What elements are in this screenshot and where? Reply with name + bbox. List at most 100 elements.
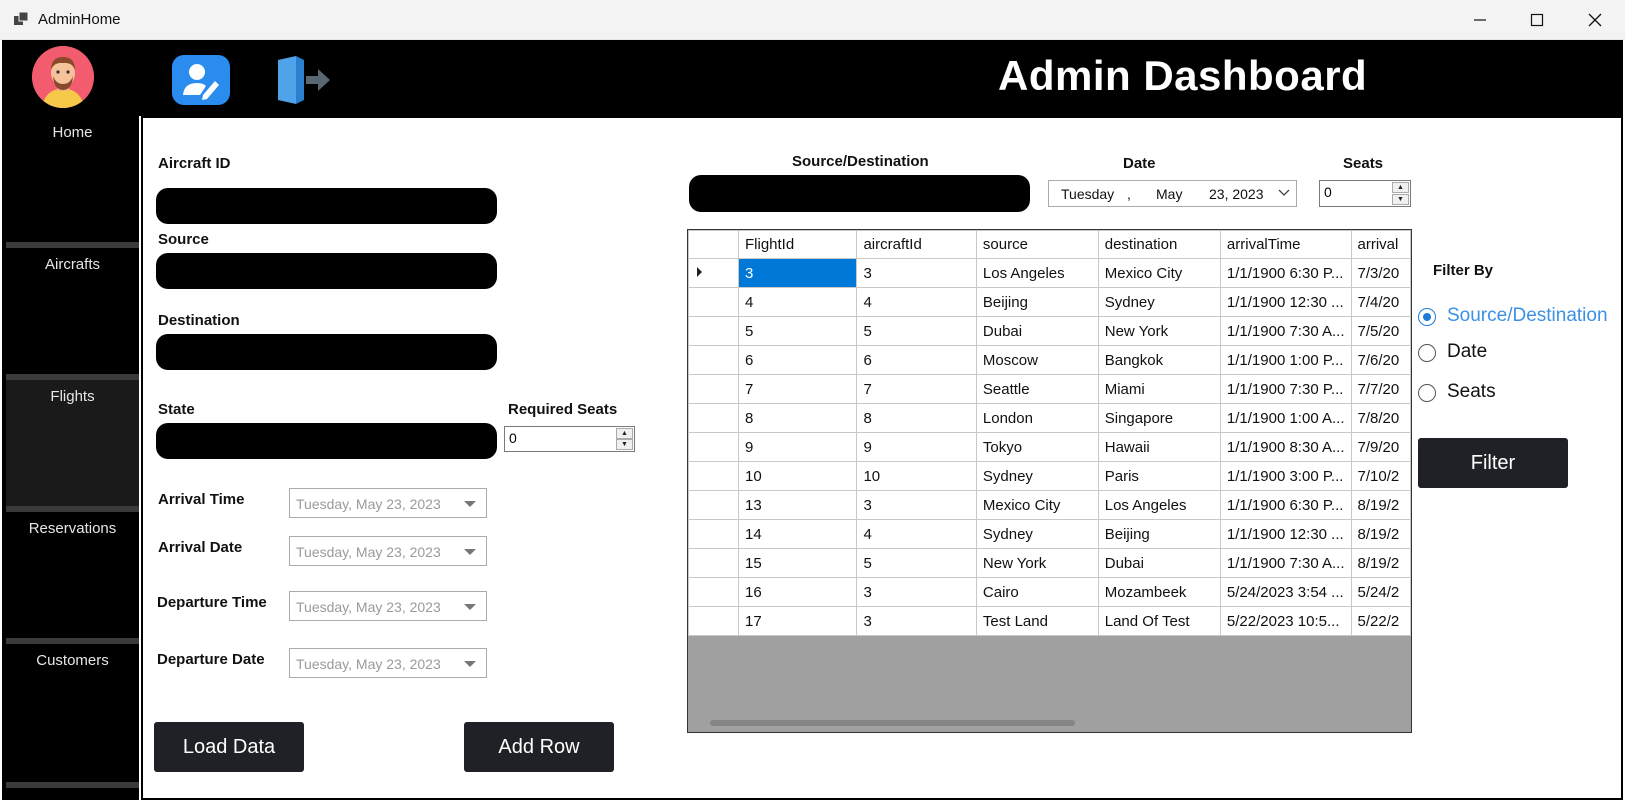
table-row[interactable]: 10 10 Sydney Paris 1/1/1900 3:00 P... 7/10/2	[688, 461, 1411, 491]
spin-down-button[interactable]: ▼	[616, 439, 633, 450]
table-cell[interactable]: Mozambeek	[1097, 577, 1221, 607]
row-header[interactable]	[688, 258, 739, 288]
horizontal-scrollbar[interactable]	[710, 720, 1075, 726]
spin-up-button[interactable]: ▲	[616, 428, 633, 439]
table-cell[interactable]: 1/1/1900 3:00 P...	[1219, 461, 1352, 491]
arrival-date-picker[interactable]: Tuesday, May 23, 2023	[289, 536, 487, 566]
table-cell[interactable]: 5	[856, 548, 977, 578]
table-cell[interactable]: 5/22/2023 10:5...	[1219, 606, 1352, 636]
table-cell[interactable]: 8/19/2	[1350, 519, 1411, 549]
table-cell[interactable]: 8/19/2	[1350, 490, 1411, 520]
table-cell[interactable]: 1/1/1900 12:30 ...	[1219, 519, 1352, 549]
table-cell[interactable]: Los Angeles	[975, 258, 1099, 288]
table-cell[interactable]: 16	[737, 577, 858, 607]
column-header[interactable]: arrivalTime	[1219, 230, 1352, 259]
source-input[interactable]	[156, 253, 497, 289]
table-cell[interactable]: 5	[856, 316, 977, 346]
table-row[interactable]: 6 6 Moscow Bangkok 1/1/1900 1:00 P... 7/6/20	[688, 345, 1411, 375]
table-row[interactable]: 14 4 Sydney Beijing 1/1/1900 12:30 ... 8/19/2	[688, 519, 1411, 549]
table-row[interactable]: 15 5 New York Dubai 1/1/1900 7:30 A... 8/19/2	[688, 548, 1411, 578]
row-header[interactable]	[688, 606, 739, 636]
filter-button[interactable]: Filter	[1418, 438, 1568, 488]
sidebar-item-flights[interactable]: Flights	[6, 380, 139, 506]
column-header[interactable]: destination	[1097, 230, 1221, 259]
sidebar-item-aircrafts[interactable]: Aircrafts	[6, 248, 139, 374]
spin-up-button[interactable]: ▲	[1392, 182, 1409, 193]
table-cell[interactable]: Paris	[1097, 461, 1221, 491]
departure-date-picker[interactable]: Tuesday, May 23, 2023	[289, 648, 487, 678]
filter-seats-stepper[interactable]: 0 ▲ ▼	[1319, 180, 1411, 207]
table-cell[interactable]: London	[975, 403, 1099, 433]
table-cell[interactable]: 9	[856, 432, 977, 462]
table-cell[interactable]: 3	[856, 577, 977, 607]
table-cell[interactable]: 3	[737, 258, 858, 288]
table-cell[interactable]: 7/9/20	[1350, 432, 1411, 462]
row-header[interactable]	[688, 345, 739, 375]
table-cell[interactable]: 1/1/1900 1:00 P...	[1219, 345, 1352, 375]
row-header[interactable]	[688, 287, 739, 317]
row-header[interactable]	[688, 577, 739, 607]
table-cell[interactable]: 7/7/20	[1350, 374, 1411, 404]
table-cell[interactable]: 8	[856, 403, 977, 433]
state-input[interactable]	[156, 423, 497, 459]
column-header[interactable]: arrival	[1350, 230, 1411, 259]
table-cell[interactable]: Hawaii	[1097, 432, 1221, 462]
table-row[interactable]: 5 5 Dubai New York 1/1/1900 7:30 A... 7/5/20	[688, 316, 1411, 346]
spin-down-button[interactable]: ▼	[1392, 194, 1409, 205]
column-header[interactable]: aircraftId	[856, 230, 977, 259]
table-cell[interactable]: 17	[737, 606, 858, 636]
aircraft-id-input[interactable]	[156, 188, 497, 224]
table-cell[interactable]: Sydney	[975, 461, 1099, 491]
table-cell[interactable]: 5/24/2023 3:54 ...	[1219, 577, 1352, 607]
table-cell[interactable]: 6	[856, 345, 977, 375]
table-row[interactable]: 13 3 Mexico City Los Angeles 1/1/1900 6:30 P…	[688, 490, 1411, 520]
required-seats-stepper[interactable]: 0 ▲ ▼	[504, 426, 635, 452]
table-cell[interactable]: 3	[856, 490, 977, 520]
table-cell[interactable]: Tokyo	[975, 432, 1099, 462]
table-cell[interactable]: 1/1/1900 7:30 A...	[1219, 316, 1352, 346]
filter-srcdst-input[interactable]	[689, 175, 1030, 212]
table-cell[interactable]: 1/1/1900 6:30 P...	[1219, 490, 1352, 520]
row-header[interactable]	[688, 548, 739, 578]
load-data-button[interactable]: Load Data	[154, 722, 304, 772]
arrival-time-picker[interactable]: Tuesday, May 23, 2023	[289, 488, 487, 518]
table-cell[interactable]: 1/1/1900 7:30 P...	[1219, 374, 1352, 404]
table-cell[interactable]: 5/22/2	[1350, 606, 1411, 636]
table-cell[interactable]: Seattle	[975, 374, 1099, 404]
destination-input[interactable]	[156, 334, 497, 370]
table-cell[interactable]: New York	[975, 548, 1099, 578]
table-cell[interactable]: 7	[856, 374, 977, 404]
minimize-button[interactable]	[1451, 0, 1509, 40]
table-cell[interactable]: Beijing	[975, 287, 1099, 317]
table-row[interactable]: 4 4 Beijing Sydney 1/1/1900 12:30 ... 7/4/20	[688, 287, 1411, 317]
table-row[interactable]: 8 8 London Singapore 1/1/1900 1:00 A... 7/8/2…	[688, 403, 1411, 433]
table-row[interactable]: 9 9 Tokyo Hawaii 1/1/1900 8:30 A... 7/9/20	[688, 432, 1411, 462]
table-cell[interactable]: 5/24/2	[1350, 577, 1411, 607]
table-cell[interactable]: 14	[737, 519, 858, 549]
table-cell[interactable]: 15	[737, 548, 858, 578]
departure-time-picker[interactable]: Tuesday, May 23, 2023	[289, 591, 487, 621]
table-cell[interactable]: 7/6/20	[1350, 345, 1411, 375]
table-cell[interactable]: Mexico City	[1097, 258, 1221, 288]
column-header[interactable]: FlightId	[737, 230, 858, 259]
table-cell[interactable]: 3	[856, 606, 977, 636]
maximize-button[interactable]	[1508, 0, 1566, 40]
table-cell[interactable]: 1/1/1900 1:00 A...	[1219, 403, 1352, 433]
table-cell[interactable]: 4	[856, 519, 977, 549]
table-cell[interactable]: 1/1/1900 6:30 P...	[1219, 258, 1352, 288]
row-header[interactable]	[688, 432, 739, 462]
table-row[interactable]: 16 3 Cairo Mozambeek 5/24/2023 3:54 ... 5/24/…	[688, 577, 1411, 607]
sidebar-item-customers[interactable]: Customers	[6, 644, 139, 770]
table-cell[interactable]: Dubai	[975, 316, 1099, 346]
table-cell[interactable]: 5	[737, 316, 858, 346]
row-header[interactable]	[688, 519, 739, 549]
table-cell[interactable]: 4	[737, 287, 858, 317]
table-cell[interactable]: Sydney	[975, 519, 1099, 549]
table-cell[interactable]: 13	[737, 490, 858, 520]
table-cell[interactable]: 7/8/20	[1350, 403, 1411, 433]
table-cell[interactable]: 3	[856, 258, 977, 288]
table-cell[interactable]: Test Land	[975, 606, 1099, 636]
table-cell[interactable]: Singapore	[1097, 403, 1221, 433]
edit-profile-button[interactable]	[172, 55, 230, 105]
sidebar-item-reservations[interactable]: Reservations	[6, 512, 139, 638]
